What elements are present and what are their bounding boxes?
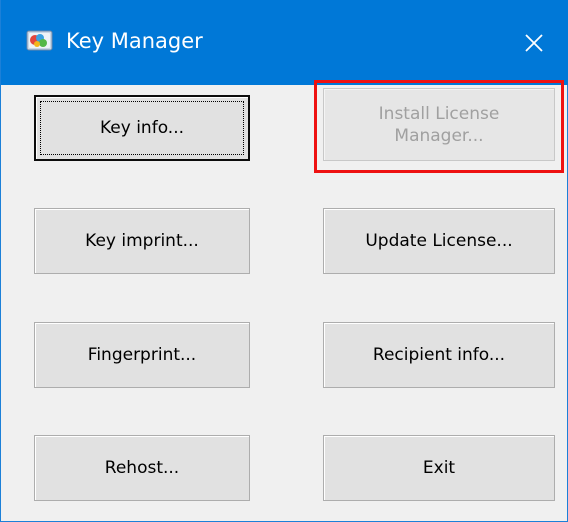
close-button[interactable] <box>499 0 568 85</box>
recipient-info-button[interactable]: Recipient info... <box>323 322 555 388</box>
title-bar[interactable]: Key Manager <box>1 0 568 85</box>
key-info-label: Key info... <box>99 118 185 138</box>
window-title: Key Manager <box>66 29 203 53</box>
exit-button[interactable]: Exit <box>323 435 555 501</box>
key-manager-app-icon <box>26 29 53 52</box>
key-info-button[interactable]: Key info... <box>34 95 250 161</box>
install-license-manager-label: Install License Manager... <box>378 103 500 146</box>
key-imprint-label: Key imprint... <box>85 231 199 251</box>
rehost-label: Rehost... <box>104 458 180 478</box>
close-icon <box>524 33 544 53</box>
install-license-manager-button[interactable]: Install License Manager... <box>323 88 555 161</box>
key-manager-dialog: Key Manager Key info... Install License … <box>0 0 568 522</box>
update-license-button[interactable]: Update License... <box>323 208 555 274</box>
fingerprint-button[interactable]: Fingerprint... <box>34 322 250 388</box>
recipient-info-label: Recipient info... <box>372 345 506 365</box>
rehost-button[interactable]: Rehost... <box>34 435 250 501</box>
fingerprint-label: Fingerprint... <box>87 345 197 365</box>
update-license-label: Update License... <box>365 231 513 251</box>
key-imprint-button[interactable]: Key imprint... <box>34 208 250 274</box>
exit-label: Exit <box>422 458 456 478</box>
